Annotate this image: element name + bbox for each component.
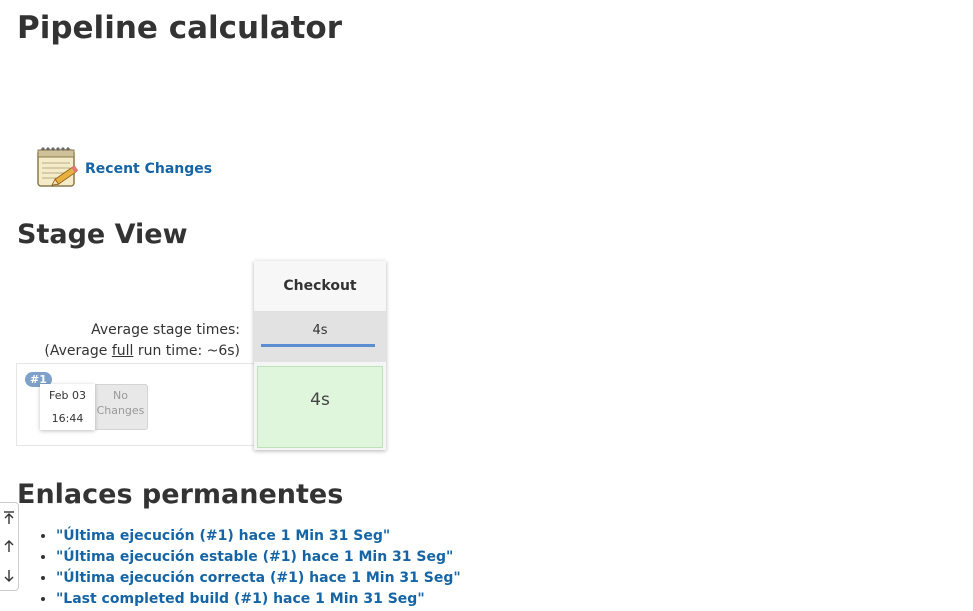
notepad-icon — [37, 147, 79, 187]
run-date: Feb 03 16:44 — [40, 384, 95, 430]
permalink-last-successful-build[interactable]: "Última ejecución correcta (#1) hace 1 M… — [56, 570, 461, 586]
stage-average-progress-fill — [261, 344, 375, 347]
list-item: "Última ejecución estable (#1) hace 1 Mi… — [56, 547, 461, 568]
average-stage-times: Average stage times: (Average full run t… — [20, 320, 240, 362]
scroll-down-icon — [4, 570, 13, 582]
run-row: #1 Feb 03 16:44 No Changes — [16, 363, 254, 446]
page: Pipeline calculator Recent Changes Stage… — [0, 0, 973, 611]
stage-view-title: Stage View — [17, 219, 188, 250]
list-item: "Última ejecución correcta (#1) hace 1 M… — [56, 568, 461, 589]
scroll-to-top-button[interactable] — [0, 507, 18, 529]
permalinks-list: "Última ejecución (#1) hace 1 Min 31 Seg… — [40, 526, 461, 610]
average-stage-times-label: Average stage times: — [91, 322, 240, 338]
recent-changes-link[interactable]: Recent Changes — [85, 161, 212, 177]
scroll-down-button[interactable] — [0, 565, 18, 587]
scroll-to-top-icon — [3, 511, 14, 524]
stage-cell-success[interactable]: 4s — [257, 366, 383, 448]
permalink-last-build[interactable]: "Última ejecución (#1) hace 1 Min 31 Seg… — [56, 528, 390, 544]
stage-column-checkout: Checkout 4s 4s — [254, 261, 386, 450]
scroll-widget — [0, 502, 19, 591]
stage-average-time: 4s — [312, 323, 328, 338]
stage-header: Checkout — [254, 261, 386, 312]
list-item: "Last completed build (#1) hace 1 Min 31… — [56, 589, 461, 610]
list-item: "Última ejecución (#1) hace 1 Min 31 Seg… — [56, 526, 461, 547]
run-changes[interactable]: No Changes — [93, 384, 148, 430]
run-date-time: 16:44 — [51, 412, 84, 425]
scroll-up-button[interactable] — [0, 535, 18, 557]
average-full-run-time: (Average full run time: ~6s) — [44, 343, 240, 359]
run-changes-line2: Changes — [96, 404, 145, 417]
run-changes-line1: No — [113, 389, 128, 402]
scroll-up-icon — [4, 540, 13, 552]
permalinks-title: Enlaces permanentes — [17, 479, 344, 510]
full-run-link[interactable]: full — [112, 343, 134, 359]
permalink-last-completed-build[interactable]: "Last completed build (#1) hace 1 Min 31… — [56, 591, 425, 607]
permalink-last-stable-build[interactable]: "Última ejecución estable (#1) hace 1 Mi… — [56, 549, 453, 565]
recent-changes[interactable]: Recent Changes — [35, 144, 212, 190]
page-title: Pipeline calculator — [17, 10, 343, 46]
run-date-day: Feb 03 — [49, 389, 86, 402]
stage-average-progress-bar — [261, 344, 375, 347]
stage-average: 4s — [254, 312, 386, 362]
